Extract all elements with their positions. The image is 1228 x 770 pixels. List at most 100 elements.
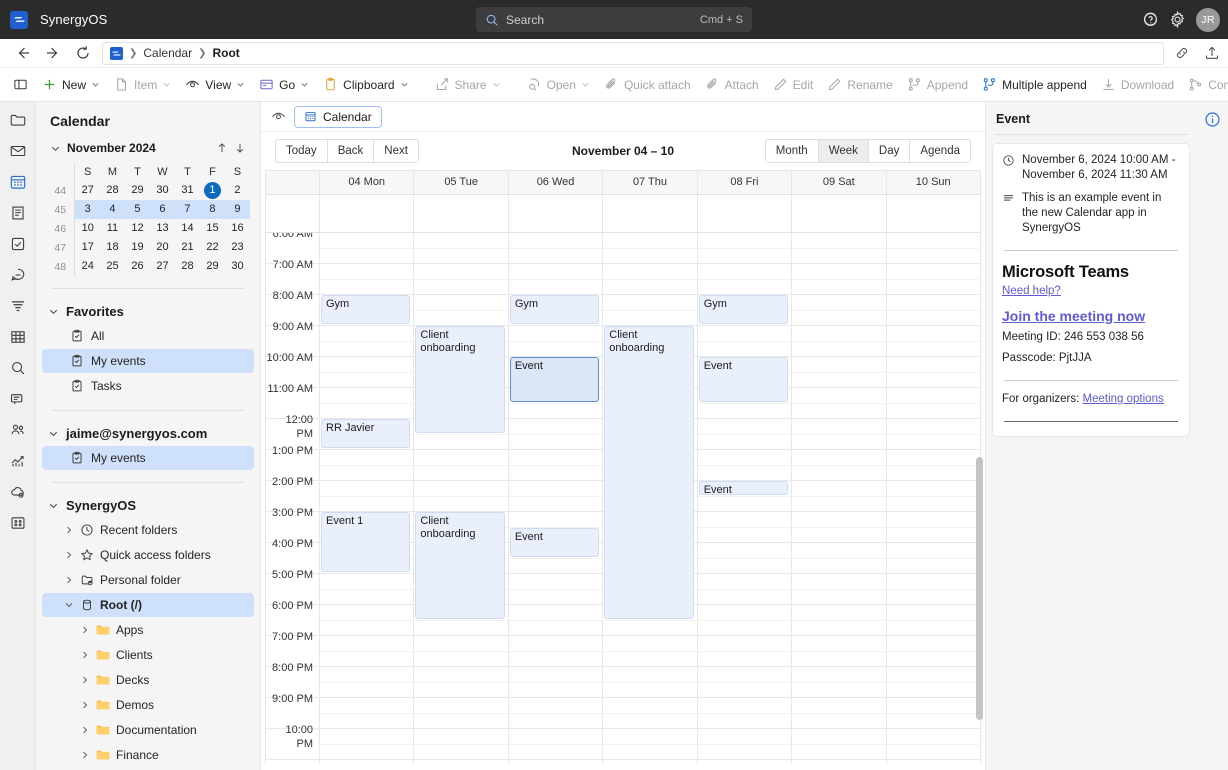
mini-calendar-day[interactable]: 1: [203, 182, 221, 199]
calendar-hour-cell[interactable]: [886, 264, 980, 295]
next-button[interactable]: Next: [373, 139, 419, 163]
mini-calendar-day-cell[interactable]: 20: [150, 238, 175, 257]
mini-calendar-day-cell[interactable]: 14: [175, 219, 200, 238]
calendar-hour-cell[interactable]: [508, 264, 603, 295]
calendar-hour-cell[interactable]: [697, 543, 792, 574]
sidebar-tree-item-documentation[interactable]: Documentation: [42, 718, 254, 742]
calendar-day-header[interactable]: 08 Fri: [698, 171, 793, 194]
calendar-hour-cell[interactable]: [792, 512, 886, 543]
chevron-right-icon[interactable]: [64, 550, 74, 560]
calendar-event[interactable]: Client onboarding: [604, 326, 694, 619]
calendar-hour-cell[interactable]: [886, 450, 980, 481]
all-day-cell[interactable]: [698, 195, 793, 232]
mini-calendar-day-cell[interactable]: 22: [200, 238, 225, 257]
calendar-hour-cell[interactable]: [792, 450, 886, 481]
eye-icon[interactable]: [271, 109, 286, 124]
gear-icon[interactable]: [1169, 11, 1186, 28]
view-agenda-button[interactable]: Agenda: [909, 139, 971, 163]
calendar-hour-cell[interactable]: [320, 698, 414, 729]
mini-calendar-day[interactable]: 27: [154, 258, 171, 275]
calendar-day-header[interactable]: 07 Thu: [603, 171, 698, 194]
help-circle-icon[interactable]: [1142, 11, 1159, 28]
ribbon-download-button[interactable]: Download: [1095, 74, 1180, 95]
chevron-right-icon[interactable]: [80, 725, 90, 735]
breadcrumb-calendar[interactable]: Calendar: [143, 46, 192, 60]
calendar-hour-cell[interactable]: [414, 233, 509, 264]
calendar-hour-cell[interactable]: [320, 326, 414, 357]
arrow-left-icon[interactable]: [15, 45, 31, 61]
sidebar-item-all[interactable]: All: [42, 324, 254, 348]
mini-calendar-day[interactable]: 29: [129, 182, 146, 199]
mini-calendar-day-cell[interactable]: 26: [125, 257, 150, 276]
mini-calendar-day[interactable]: 30: [154, 182, 171, 199]
calendar-hour-cell[interactable]: [603, 233, 698, 264]
calendar-day-column[interactable]: Client onboarding: [603, 233, 698, 764]
calendar-hour-cell[interactable]: [886, 233, 980, 264]
mini-calendar-day[interactable]: 18: [104, 239, 121, 256]
calendar-hour-cell[interactable]: [886, 636, 980, 667]
calendar-hour-cell[interactable]: [320, 233, 414, 264]
view-day-button[interactable]: Day: [867, 139, 910, 163]
calendar-hour-cell[interactable]: [508, 667, 603, 698]
calendar-hour-cell[interactable]: [792, 667, 886, 698]
mini-calendar-day[interactable]: 15: [204, 220, 221, 237]
calendar-hour-cell[interactable]: [792, 233, 886, 264]
mini-calendar-day-cell[interactable]: 6: [149, 200, 175, 219]
mini-calendar-day-cell[interactable]: 31: [175, 181, 200, 200]
calendar-hour-cell[interactable]: [886, 326, 980, 357]
mini-calendar-day[interactable]: 4: [104, 201, 121, 218]
ribbon-share-button[interactable]: Share: [429, 74, 507, 95]
mini-calendar-day-cell[interactable]: 12: [125, 219, 150, 238]
mini-calendar-day[interactable]: 9: [229, 201, 246, 218]
analytics-icon[interactable]: [9, 452, 27, 470]
people-icon[interactable]: [9, 421, 27, 439]
mini-calendar-day[interactable]: 26: [129, 258, 146, 275]
calendar-hour-cell[interactable]: [886, 512, 980, 543]
calendar-scrollbar-thumb[interactable]: [976, 456, 983, 720]
mini-calendar-day[interactable]: 23: [229, 239, 246, 256]
apps-icon[interactable]: [9, 514, 27, 532]
sidebar-item-tasks[interactable]: Tasks: [42, 374, 254, 398]
mini-calendar-day-cell[interactable]: 13: [150, 219, 175, 238]
calendar-hour-cell[interactable]: [792, 388, 886, 419]
sidebar-tree-item-recent-folders[interactable]: Recent folders: [42, 518, 254, 542]
calendar-hour-cell[interactable]: [886, 698, 980, 729]
mini-calendar-day-cell[interactable]: 28: [100, 181, 125, 200]
calendar-hour-cell[interactable]: [697, 698, 792, 729]
calendar-hour-cell[interactable]: [697, 667, 792, 698]
mini-calendar-day[interactable]: 7: [179, 201, 196, 218]
calendar-hour-cell[interactable]: [697, 512, 792, 543]
sidebar-tree-item-apps[interactable]: Apps: [42, 618, 254, 642]
calendar-event[interactable]: RR Javier: [321, 419, 411, 448]
calendar-hour-cell[interactable]: [414, 636, 509, 667]
calendar-hour-cell[interactable]: [603, 295, 698, 326]
cloud-icon[interactable]: [9, 483, 27, 501]
sidebar-tree-item-personal-folder[interactable]: Personal folder: [42, 568, 254, 592]
view-month-button[interactable]: Month: [764, 139, 818, 163]
all-day-cell[interactable]: [792, 195, 887, 232]
calendar-hour-cell[interactable]: [508, 450, 603, 481]
calendar-day-header[interactable]: 09 Sat: [792, 171, 887, 194]
calendar-hour-cell[interactable]: [320, 450, 414, 481]
info-icon[interactable]: [1204, 111, 1221, 128]
upload-icon[interactable]: [1204, 45, 1220, 61]
mini-calendar-day-cell[interactable]: 5: [124, 200, 150, 219]
calendar-day-column[interactable]: [886, 233, 980, 764]
calendar-hour-cell[interactable]: [697, 729, 792, 760]
calendar-day-header[interactable]: 04 Mon: [320, 171, 415, 194]
calendar-hour-cell[interactable]: [886, 667, 980, 698]
calendar-event[interactable]: Gym: [698, 295, 789, 324]
search-icon[interactable]: [9, 359, 27, 377]
calendar-hour-cell[interactable]: [320, 667, 414, 698]
calendar-day-column[interactable]: Gym Event Event: [508, 233, 604, 764]
mini-calendar-day-cell[interactable]: 25: [100, 257, 125, 276]
mini-calendar-day[interactable]: 27: [79, 182, 96, 199]
ribbon-rename-button[interactable]: Rename: [821, 74, 898, 95]
calendar-hour-cell[interactable]: [697, 326, 792, 357]
mini-calendar-day[interactable]: 3: [79, 201, 96, 218]
mini-calendar-day-cell[interactable]: 15: [200, 219, 225, 238]
mini-calendar-day-cell[interactable]: 27: [75, 181, 100, 200]
calendar-hour-cell[interactable]: [603, 667, 698, 698]
calendar-hour-cell[interactable]: [792, 326, 886, 357]
calendar-event[interactable]: Event 1: [321, 512, 411, 572]
